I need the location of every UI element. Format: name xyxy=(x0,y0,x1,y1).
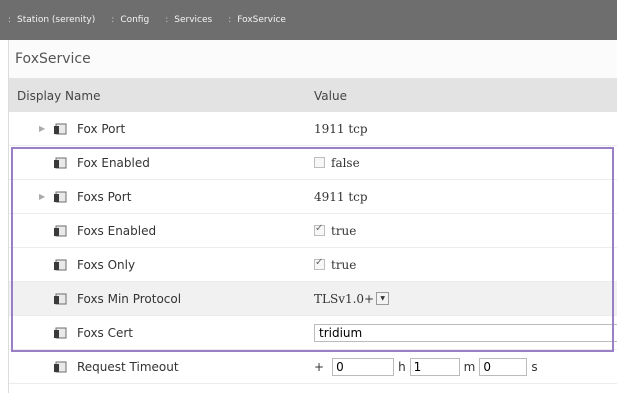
breadcrumb-services-label: Services xyxy=(174,15,213,25)
hours-unit: h xyxy=(398,359,406,374)
slot-file-icon xyxy=(54,191,67,202)
slot-file-icon xyxy=(54,259,67,270)
timeout-seconds-input[interactable] xyxy=(479,357,528,376)
expand-triangle-icon[interactable]: ▶ xyxy=(39,124,51,133)
timeout-minutes-input[interactable] xyxy=(409,357,460,376)
table-row-foxs-cert[interactable]: Foxs Cert xyxy=(9,316,617,350)
timeout-hours-input[interactable] xyxy=(332,357,395,376)
table-row-foxs-only[interactable]: Foxs Only true xyxy=(9,248,617,282)
foxs-only-checkbox[interactable] xyxy=(314,257,325,270)
slot-file-icon xyxy=(54,225,67,236)
fox-enabled-checkbox[interactable] xyxy=(314,157,325,168)
property-value: true xyxy=(331,223,357,238)
foxs-enabled-checkbox[interactable] xyxy=(314,223,325,236)
property-name: Foxs Enabled xyxy=(77,223,157,238)
property-name: Fox Port xyxy=(77,121,126,136)
property-value: 1911 tcp xyxy=(314,121,368,136)
breadcrumb-foxservice-label: FoxService xyxy=(237,15,286,25)
property-value: 4911 tcp xyxy=(314,189,368,204)
breadcrumb: : Station (serenity) : Config : Services :F… xyxy=(0,0,617,40)
breadcrumb-station-label: Station (serenity) xyxy=(17,15,96,25)
chevron-down-icon[interactable]: ▼ xyxy=(376,292,390,305)
timeout-sign[interactable]: + xyxy=(314,360,324,374)
property-name: Foxs Cert xyxy=(77,325,134,340)
table-row-foxs-enabled[interactable]: Foxs Enabled true xyxy=(9,214,617,248)
property-name: Foxs Only xyxy=(77,257,136,272)
table-row-fox-enabled[interactable]: Fox Enabled false xyxy=(9,146,617,180)
column-header-display-name[interactable]: Display Name xyxy=(9,89,314,103)
slot-file-icon xyxy=(54,327,67,338)
breadcrumb-config-label: Config xyxy=(120,15,150,25)
seconds-unit: s xyxy=(531,359,538,374)
property-name: Request Timeout xyxy=(77,359,179,374)
minutes-unit: m xyxy=(463,359,476,374)
property-sheet: FoxService Display Name Value ▶ Fox Port… xyxy=(8,40,617,393)
table-row-foxs-min-protocol[interactable]: Foxs Min Protocol TLSv1.0+ ▼ xyxy=(9,282,617,316)
slot-file-icon xyxy=(54,361,67,372)
slot-file-icon xyxy=(54,123,67,134)
property-value: true xyxy=(331,257,357,272)
breadcrumb-config[interactable]: : Config xyxy=(111,15,149,25)
slot-file-icon xyxy=(54,293,67,304)
foxs-cert-input[interactable] xyxy=(314,323,617,342)
property-name: Foxs Port xyxy=(77,189,132,204)
protocol-select[interactable]: TLSv1.0+ xyxy=(314,292,374,306)
property-value: false xyxy=(331,155,360,170)
expand-triangle-icon[interactable]: ▶ xyxy=(39,192,51,201)
table-header: Display Name Value xyxy=(9,79,617,112)
table-row-foxs-port[interactable]: ▶ Foxs Port 4911 tcp xyxy=(9,180,617,214)
breadcrumb-foxservice[interactable]: : FoxService xyxy=(228,15,286,25)
breadcrumb-station[interactable]: : Station (serenity) xyxy=(8,15,95,25)
property-name: Foxs Min Protocol xyxy=(77,291,182,306)
table-row-fox-port[interactable]: ▶ Fox Port 1911 tcp xyxy=(9,112,617,146)
column-header-value[interactable]: Value xyxy=(314,89,617,103)
slot-file-icon xyxy=(54,157,67,168)
panel-title: FoxService xyxy=(9,40,617,79)
breadcrumb-services[interactable]: : Services xyxy=(165,15,212,25)
property-name: Fox Enabled xyxy=(77,155,150,170)
table-row-request-timeout[interactable]: Request Timeout + h m s xyxy=(9,350,617,384)
